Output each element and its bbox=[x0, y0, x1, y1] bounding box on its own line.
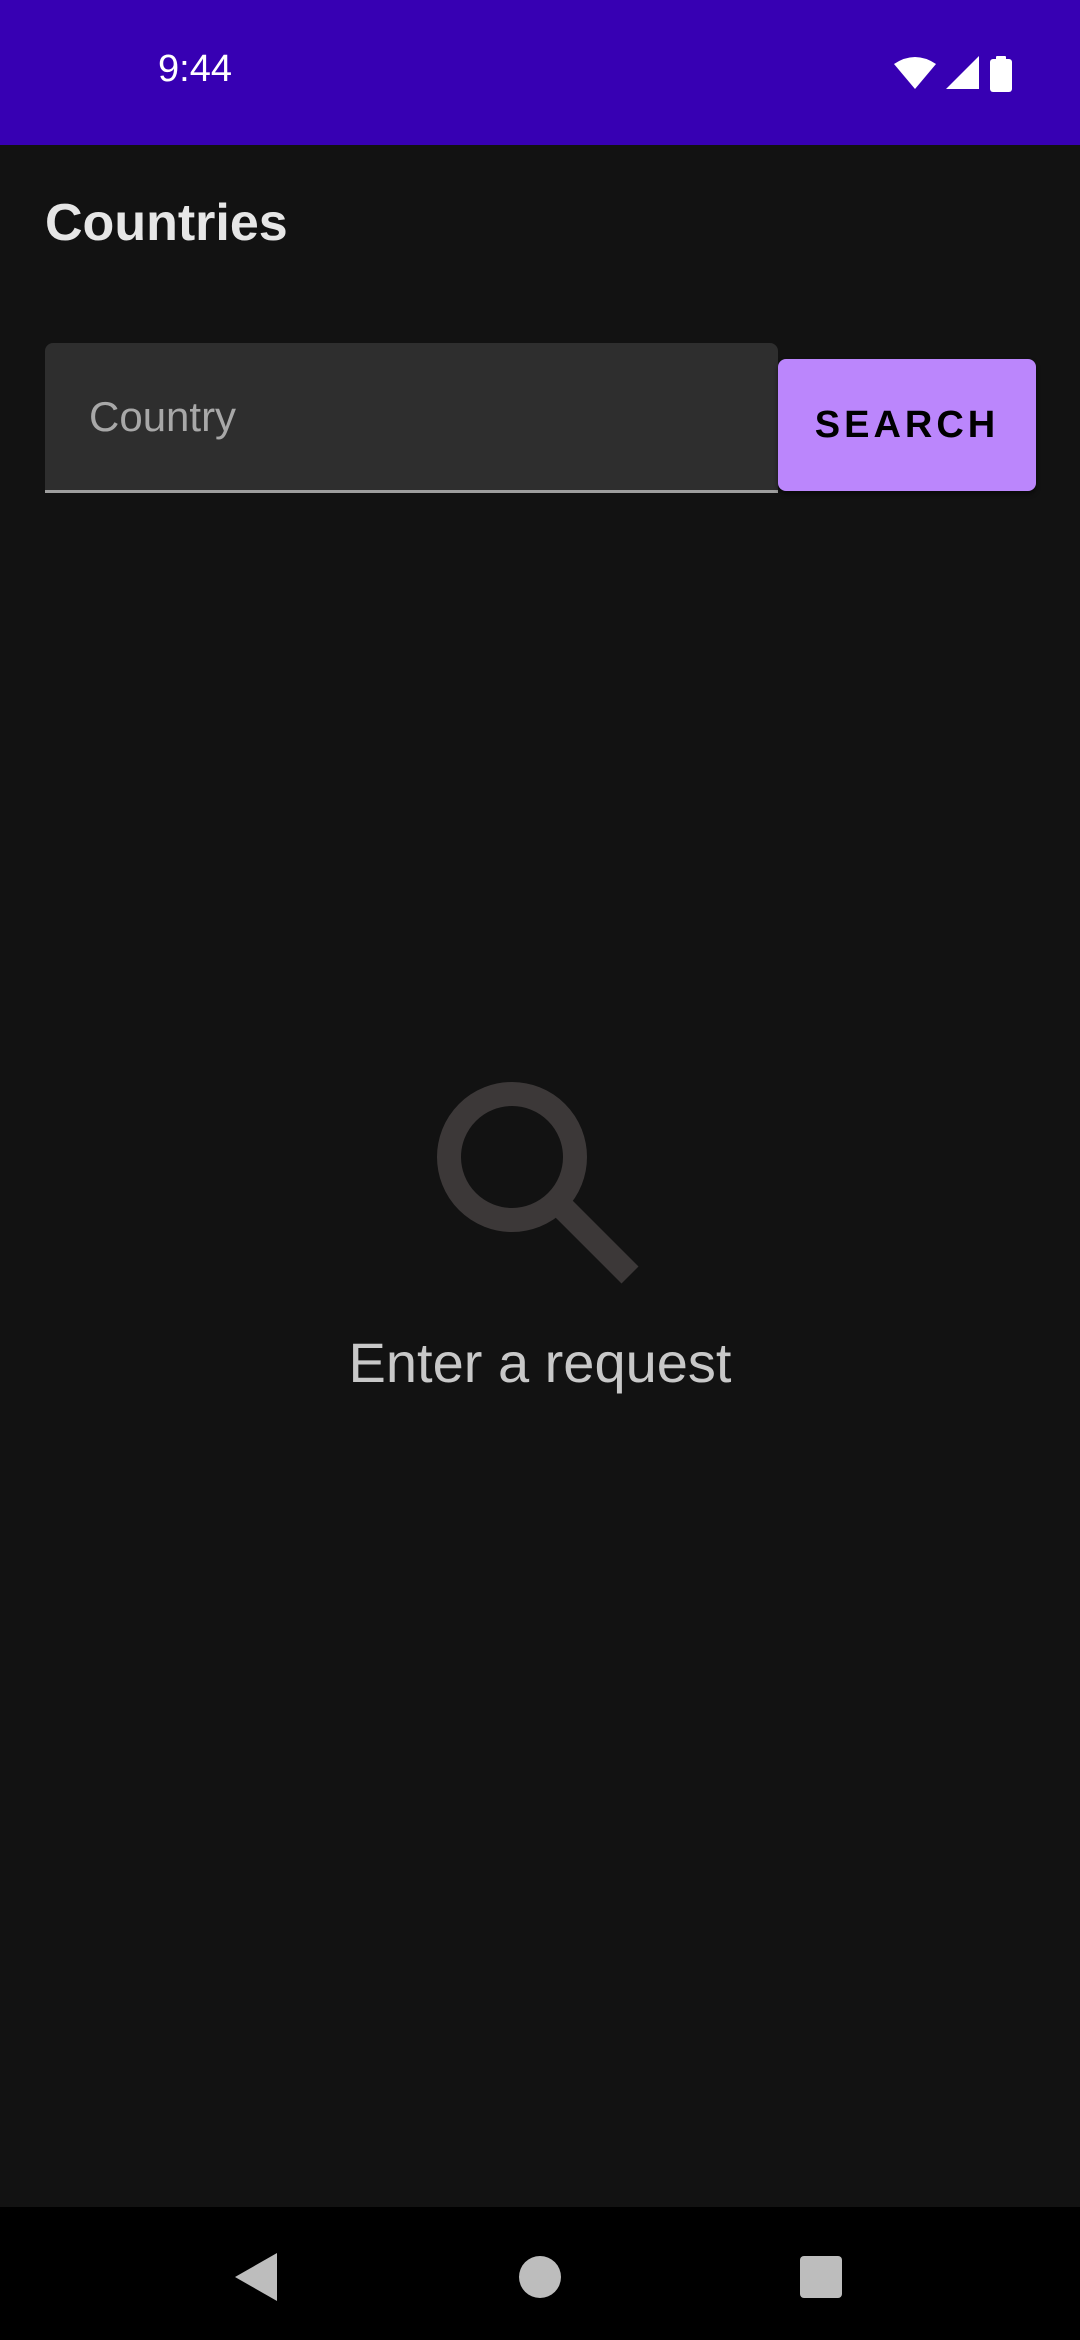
page-title: Countries bbox=[45, 194, 288, 252]
empty-state: Enter a request bbox=[0, 1075, 1080, 1394]
status-time: 9:44 bbox=[158, 48, 232, 90]
back-icon bbox=[235, 2253, 277, 2301]
search-icon bbox=[437, 1082, 639, 1284]
back-button[interactable] bbox=[217, 2237, 297, 2317]
status-icons bbox=[894, 56, 1012, 92]
signal-icon bbox=[946, 56, 979, 89]
home-icon bbox=[519, 2256, 561, 2298]
empty-state-message: Enter a request bbox=[348, 1331, 732, 1394]
search-button[interactable]: SEARCH bbox=[778, 359, 1036, 491]
status-bar: 9:44 bbox=[0, 0, 1080, 145]
home-button[interactable] bbox=[500, 2237, 580, 2317]
recents-icon bbox=[800, 2256, 842, 2298]
recents-button[interactable] bbox=[781, 2237, 861, 2317]
main-content: Countries SEARCH Enter a request bbox=[0, 145, 1080, 2207]
country-input[interactable] bbox=[45, 343, 778, 490]
battery-icon bbox=[990, 56, 1012, 92]
navigation-bar bbox=[0, 2207, 1080, 2340]
country-field[interactable] bbox=[45, 343, 778, 493]
wifi-icon bbox=[894, 57, 936, 89]
